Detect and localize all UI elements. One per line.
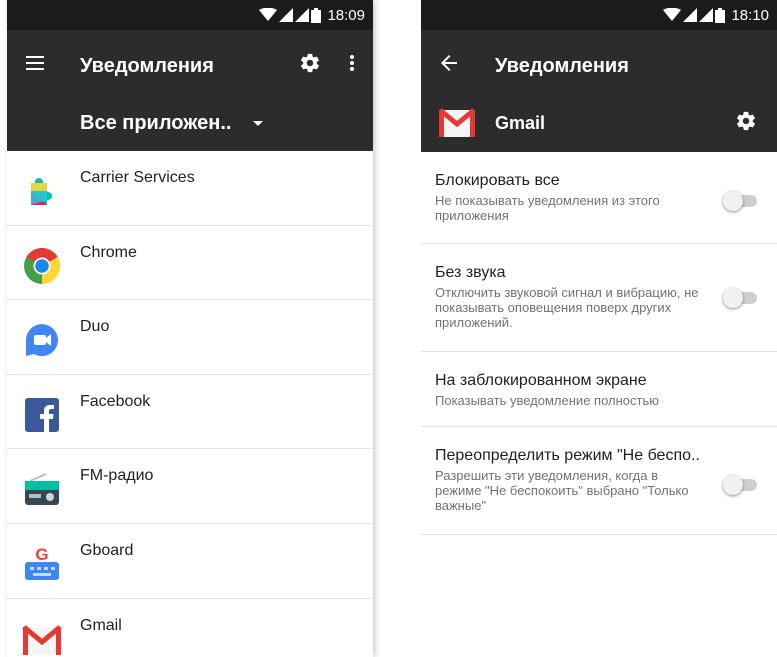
app-filter-label: Все приложен.. xyxy=(80,112,232,134)
duo-icon xyxy=(26,324,58,357)
gmail-icon xyxy=(22,624,62,655)
setting-title: Переопределить режим "Не беспо.. xyxy=(435,447,700,464)
app-settings-button[interactable] xyxy=(735,110,757,137)
battery-icon xyxy=(715,7,726,23)
toggle-thumb xyxy=(723,475,743,495)
signal-icon xyxy=(295,8,310,22)
override-dnd-toggle[interactable] xyxy=(723,475,757,495)
status-bar: 18:10 xyxy=(421,0,777,30)
list-item[interactable]: Facebook xyxy=(7,375,373,450)
app-name: Carrier Services xyxy=(80,169,195,186)
notification-settings-list: Блокировать все Не показывать уведомлени… xyxy=(421,152,777,535)
list-item[interactable]: Carrier Services xyxy=(7,151,373,226)
status-icons xyxy=(663,7,726,23)
signal-icon xyxy=(279,8,294,22)
setting-silent[interactable]: Без звука Отключить звуковой сигнал и ви… xyxy=(421,244,777,352)
signal-icon xyxy=(683,8,698,22)
carrier-services-icon xyxy=(31,178,52,205)
toolbar: Уведомления xyxy=(7,30,373,96)
silent-toggle[interactable] xyxy=(723,288,757,308)
app-notifications-list-screen: 18:09 Уведомления Все приложен.. Carrier… xyxy=(7,0,373,657)
overflow-menu-button[interactable] xyxy=(331,39,373,87)
app-filter-dropdown[interactable]: Все приложен.. xyxy=(80,96,264,151)
setting-title: Блокировать все xyxy=(435,172,560,189)
gmail-notification-settings-screen: 18:10 Уведомления Gmail Блокировать все … xyxy=(421,0,777,657)
app-name: Gmail xyxy=(80,616,122,634)
back-button[interactable] xyxy=(421,30,477,96)
app-name: FM-радио xyxy=(80,467,154,485)
wifi-icon xyxy=(259,8,278,21)
app-name: Duo xyxy=(80,318,110,336)
settings-button[interactable] xyxy=(289,39,331,87)
setting-title: На заблокированном экране xyxy=(435,372,647,389)
page-title: Уведомления xyxy=(80,55,214,77)
facebook-icon xyxy=(25,397,59,432)
app-list: Carrier Services Chrome Duo Facebook FM-… xyxy=(7,151,373,657)
toggle-thumb xyxy=(723,191,743,211)
toolbar-actions xyxy=(289,30,373,96)
status-time: 18:10 xyxy=(731,6,769,24)
app-name: Gboard xyxy=(80,541,134,559)
block-all-toggle[interactable] xyxy=(723,191,757,211)
toolbar: Уведомления xyxy=(421,30,777,96)
status-bar: 18:09 xyxy=(7,0,373,30)
gmail-icon xyxy=(439,108,475,137)
app-name: Chrome xyxy=(80,243,137,261)
hamburger-menu-icon xyxy=(26,56,44,70)
menu-button[interactable] xyxy=(7,30,63,96)
setting-summary: Не показывать уведомления из этого прило… xyxy=(435,193,660,223)
list-item[interactable]: G Gboard xyxy=(7,524,373,599)
setting-summary: Разрешить эти уведомления, когда в режим… xyxy=(435,468,689,513)
filter-bar: Все приложен.. xyxy=(7,96,373,151)
wifi-icon xyxy=(663,8,682,21)
back-arrow-icon xyxy=(441,55,457,71)
setting-summary: Отключить звуковой сигнал и вибрацию, не… xyxy=(435,285,699,330)
svg-text:G: G xyxy=(35,545,48,564)
setting-lock-screen[interactable]: На заблокированном экране Показывать уве… xyxy=(421,352,777,427)
setting-title: Без звука xyxy=(435,264,506,281)
app-name: Facebook xyxy=(80,392,151,410)
list-item[interactable]: FM-радио xyxy=(7,449,373,524)
fm-radio-icon xyxy=(25,473,59,506)
signal-icon xyxy=(699,8,714,22)
list-item[interactable]: Gmail xyxy=(7,599,373,657)
status-icons xyxy=(259,7,322,23)
gboard-icon: G xyxy=(25,545,59,580)
toggle-thumb xyxy=(723,288,743,308)
battery-icon xyxy=(311,7,322,23)
setting-summary: Показывать уведомление полностью xyxy=(435,393,659,408)
status-time: 18:09 xyxy=(327,6,365,24)
app-name: Gmail xyxy=(495,113,546,133)
setting-override-dnd[interactable]: Переопределить режим "Не беспо.. Разреши… xyxy=(421,427,777,535)
app-header: Gmail xyxy=(421,96,777,152)
more-vertical-icon xyxy=(350,55,354,71)
chrome-icon xyxy=(24,247,61,284)
page-title: Уведомления xyxy=(495,55,629,77)
list-item[interactable]: Chrome xyxy=(7,226,373,301)
setting-block-all[interactable]: Блокировать все Не показывать уведомлени… xyxy=(421,152,777,244)
gear-icon xyxy=(301,53,319,73)
gear-icon xyxy=(737,111,755,131)
dropdown-arrow-icon xyxy=(253,121,264,126)
list-item[interactable]: Duo xyxy=(7,300,373,375)
